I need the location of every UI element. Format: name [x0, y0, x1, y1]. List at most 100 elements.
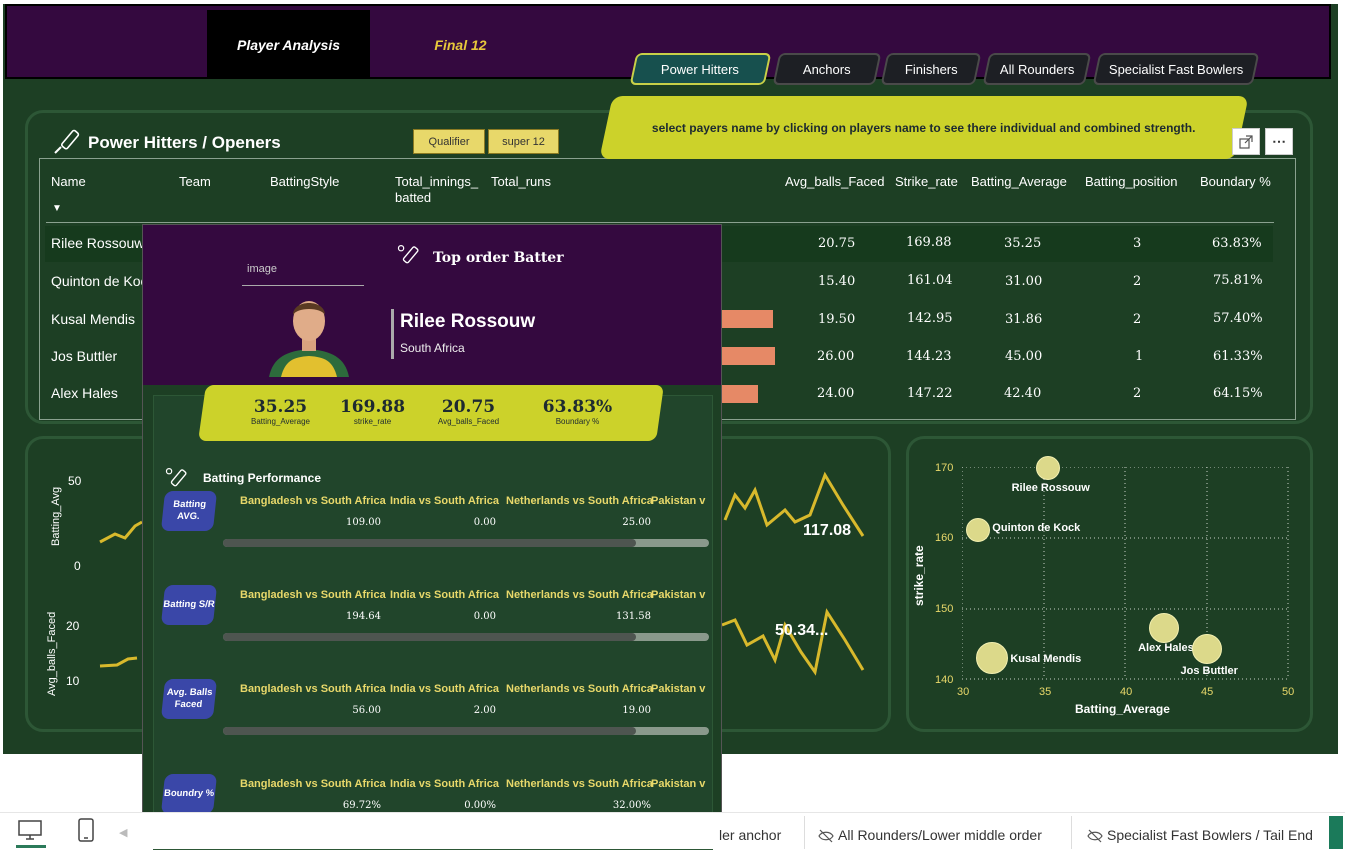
match-label: Netherlands vs South Africa [506, 778, 653, 790]
page-tab-all-rounders[interactable]: All Rounders/Lower middle order [838, 827, 1042, 843]
hidden-page-icon [1087, 829, 1103, 848]
cell-boundary: 61.33% [1213, 349, 1263, 364]
metric-progress-track [223, 539, 709, 547]
cell-strike-rate: 169.88 [906, 235, 952, 250]
cell-batting-average: 42.40 [1004, 386, 1042, 401]
segment-label: Power Hitters [661, 61, 740, 77]
tab-player-analysis[interactable]: Player Analysis [207, 10, 370, 79]
match-label: Netherlands vs South Africa [506, 589, 653, 601]
metric-badge: Avg. Balls Faced [160, 679, 218, 719]
cricket-bat-icon [54, 129, 80, 154]
ylabel-batting-avg: Batting_Avg [50, 486, 62, 546]
data-bar [716, 310, 773, 328]
hidden-page-icon [818, 829, 834, 848]
match-label: Pakistan v [651, 683, 706, 695]
match-value: 56.00 [352, 705, 381, 716]
tooltip-header: image Top order Batter Rilee Rossouw Sou… [143, 225, 721, 385]
y-tick: 170 [935, 462, 954, 474]
scatter-point-label: Kusal Mendis [1010, 653, 1082, 666]
segment-label: Finishers [904, 61, 958, 77]
cell-batting-position: 2 [1133, 274, 1142, 289]
match-value: 0.00 [473, 611, 496, 622]
cell-name[interactable]: Kusal Mendis [51, 311, 135, 327]
col-header-name[interactable]: Name [51, 174, 86, 190]
col-header-innings[interactable]: Total_innings_ batted [395, 174, 485, 206]
stat-boundary: 63.83% Boundary % [535, 397, 620, 426]
metric-progress-track [223, 727, 709, 735]
metric-badge: Batting AVG. [160, 491, 218, 531]
cell-strike-rate: 142.95 [907, 311, 953, 326]
match-value: 32.00% [612, 800, 651, 811]
focus-mode-icon[interactable] [1232, 128, 1260, 155]
scatter-point[interactable] [1191, 634, 1222, 665]
scatter-point[interactable] [1149, 612, 1180, 643]
col-header-batting-average[interactable]: Batting_Average [971, 174, 1067, 190]
segment-power-hitters[interactable]: Power Hitters [629, 53, 772, 85]
segment-finishers[interactable]: Finishers [880, 53, 982, 85]
col-header-boundary[interactable]: Boundary % [1200, 174, 1271, 190]
scroll-left-icon[interactable]: ◀ [119, 826, 127, 839]
stat-value: 35.25 [253, 397, 308, 417]
tab-final-12[interactable]: Final 12 [379, 10, 542, 79]
segment-anchors[interactable]: Anchors [772, 53, 882, 85]
image-placeholder-label: image [247, 263, 277, 275]
segment-all-rounders[interactable]: All Rounders [982, 53, 1092, 85]
col-header-avg-balls[interactable]: Avg_balls_Faced [785, 174, 885, 190]
chip-qualifier[interactable]: Qualifier [413, 129, 485, 154]
cell-name[interactable]: Rilee Rossouw [51, 235, 144, 251]
col-header-strike-rate[interactable]: Strike_rate [895, 174, 958, 190]
cell-batting-average: 45.00 [1005, 349, 1043, 364]
chip-super-12[interactable]: super 12 [488, 129, 559, 154]
balls-line-right [721, 608, 865, 676]
stat-value: 63.83% [542, 397, 613, 417]
y-tick: 160 [935, 532, 954, 544]
batting-avg-value: 117.08 [803, 522, 852, 539]
player-role: Top order Batter [433, 250, 564, 266]
scatter-point[interactable] [1035, 455, 1060, 480]
cell-avg-balls: 15.40 [818, 274, 856, 289]
metric-progress-fill [223, 633, 637, 641]
match-label: Bangladesh vs South Africa [240, 495, 386, 507]
mobile-view-icon[interactable] [77, 817, 95, 848]
match-value: 0.00 [473, 517, 496, 528]
match-label: India vs South Africa [390, 778, 500, 790]
cell-name[interactable]: Jos Buttler [51, 348, 117, 364]
cell-avg-balls: 26.00 [817, 349, 855, 364]
active-view-indicator [16, 845, 46, 848]
more-options-icon[interactable]: ⋯ [1265, 128, 1293, 155]
desktop-view-icon[interactable] [17, 819, 43, 846]
match-label: Pakistan v [651, 495, 706, 507]
cell-name[interactable]: Quinton de Kock [51, 273, 155, 289]
page-tab-fast-bowlers[interactable]: Specialist Fast Bowlers / Tail End [1107, 827, 1313, 843]
segment-specialist-fast-bowlers[interactable]: Specialist Fast Bowlers [1092, 53, 1260, 85]
balls-line [99, 656, 138, 668]
page-tab-anchor[interactable]: ler anchor [719, 827, 781, 843]
x-tick: 35 [1039, 686, 1052, 698]
cell-batting-average: 31.86 [1005, 312, 1043, 327]
cell-strike-rate: 161.04 [907, 273, 953, 288]
match-value: 109.00 [346, 517, 381, 528]
cell-name[interactable]: Alex Hales [51, 385, 118, 401]
scatter-xlabel: Batting_Average [1075, 702, 1170, 716]
cell-strike-rate: 147.22 [907, 386, 953, 401]
col-header-batting-style[interactable]: BattingStyle [270, 174, 339, 190]
metric-badge: Batting S/R [160, 585, 218, 625]
scroll-right-indicator[interactable] [1329, 816, 1343, 849]
col-header-batting-position[interactable]: Batting_position [1085, 174, 1178, 190]
col-header-runs[interactable]: Total_runs [491, 174, 551, 190]
scatter-point-label: Jos Buttler [1180, 665, 1238, 678]
data-bar [716, 347, 775, 365]
match-label: Bangladesh vs South Africa [240, 683, 386, 695]
cell-batting-position: 1 [1135, 349, 1144, 364]
stat-label: strike_rate [353, 417, 392, 426]
sort-desc-icon[interactable]: ▼ [52, 201, 62, 217]
match-value: 25.00 [622, 517, 651, 528]
stat-label: Avg_balls_Faced [437, 417, 500, 426]
stat-avg-balls: 20.75 Avg_balls_Faced [426, 397, 511, 426]
header-divider [46, 222, 1274, 223]
stat-value: 169.88 [339, 397, 406, 417]
tick-label: 20 [66, 619, 80, 633]
metric-progress-fill [223, 727, 637, 735]
cricket-bat-icon [165, 467, 187, 487]
col-header-team[interactable]: Team [179, 174, 211, 190]
